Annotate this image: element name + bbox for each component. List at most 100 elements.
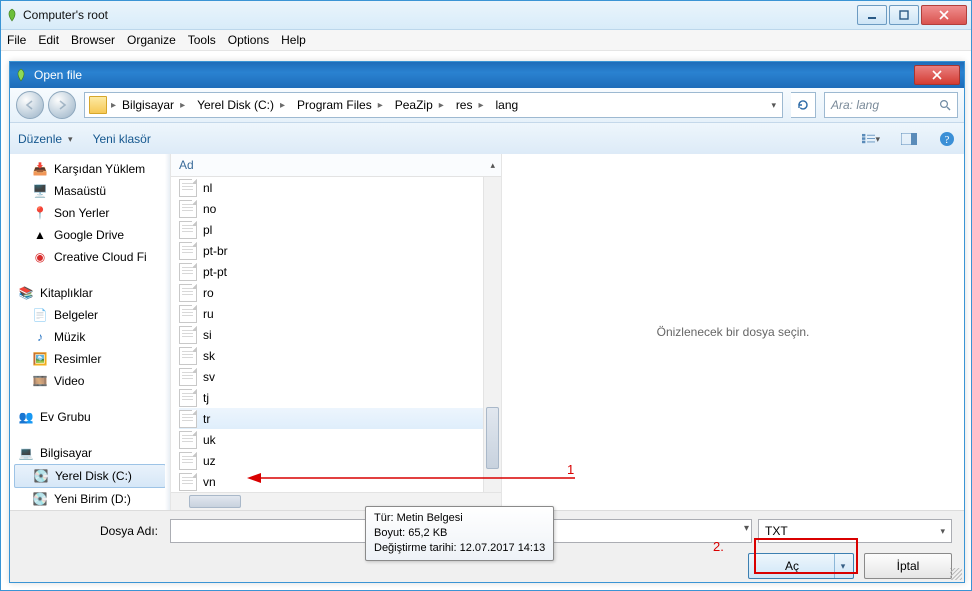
sidebar-item-downloads[interactable]: 📥Karşıdan Yüklem	[10, 158, 170, 180]
sidebar-homegroup[interactable]: 👥Ev Grubu	[10, 406, 170, 428]
vertical-scrollbar[interactable]	[483, 177, 501, 492]
menu-edit[interactable]: Edit	[38, 33, 59, 47]
file-row[interactable]: ru	[179, 303, 483, 324]
menu-file[interactable]: File	[7, 33, 26, 47]
maximize-button[interactable]	[889, 5, 919, 25]
minimize-button[interactable]	[857, 5, 887, 25]
videos-icon: 🎞️	[32, 373, 48, 389]
text-file-icon	[179, 200, 197, 218]
column-name[interactable]: Ad	[179, 158, 490, 172]
breadcrumb-seg[interactable]: Bilgisayar▸	[116, 93, 191, 117]
menubar: File Edit Browser Organize Tools Options…	[1, 30, 971, 51]
file-name: pt-br	[203, 244, 228, 258]
file-name: pl	[203, 223, 212, 237]
breadcrumb-seg[interactable]: lang	[490, 93, 525, 117]
menu-tools[interactable]: Tools	[188, 33, 216, 47]
help-button[interactable]: ?	[938, 130, 956, 148]
open-dropdown-icon[interactable]: ▾	[834, 554, 851, 578]
file-row[interactable]: uz	[179, 450, 483, 471]
creative-cloud-icon: ◉	[32, 249, 48, 265]
cancel-button[interactable]: İptal	[864, 553, 952, 579]
file-name: si	[203, 328, 212, 342]
text-file-icon	[179, 263, 197, 281]
open-button[interactable]: Aç▾	[748, 553, 854, 579]
sidebar-computer[interactable]: 💻Bilgisayar	[10, 442, 170, 464]
file-row[interactable]: sk	[179, 345, 483, 366]
dialog-title: Open file	[34, 68, 914, 82]
breadcrumb-seg[interactable]: Yerel Disk (C:)▸	[191, 93, 291, 117]
preview-empty-text: Önizlenecek bir dosya seçin.	[657, 325, 810, 339]
breadcrumb-bar[interactable]: ▸ Bilgisayar▸ Yerel Disk (C:)▸ Program F…	[84, 92, 783, 118]
preview-pane: Önizlenecek bir dosya seçin.	[501, 154, 964, 510]
filename-dropdown-icon[interactable]: ▾	[744, 523, 749, 534]
sidebar-item-gdrive[interactable]: ▲Google Drive	[10, 224, 170, 246]
file-row[interactable]: pt-pt	[179, 261, 483, 282]
file-list: Ad ▴ nlno pl pt-br pt-ptroru si sksvtjtr uk uzv…	[171, 154, 501, 510]
view-mode-button[interactable]: ▾	[862, 130, 880, 148]
nav-forward-button[interactable]	[48, 91, 76, 119]
drive-icon: 💽	[32, 491, 48, 507]
file-row[interactable]: nl	[179, 177, 483, 198]
drive-icon: 💽	[33, 468, 49, 484]
menu-help[interactable]: Help	[281, 33, 306, 47]
pictures-icon: 🖼️	[32, 351, 48, 367]
dialog-app-icon	[14, 68, 28, 82]
dialog-close-button[interactable]	[914, 65, 960, 85]
file-tooltip: Tür: Metin Belgesi Boyut: 65,2 KB Değişt…	[365, 506, 554, 561]
sidebar-item-cc[interactable]: ◉Creative Cloud Fi	[10, 246, 170, 268]
svg-text:?: ?	[945, 134, 950, 146]
text-file-icon	[179, 179, 197, 197]
sidebar-item-pictures[interactable]: 🖼️Resimler	[10, 348, 170, 370]
sidebar-item-desktop[interactable]: 🖥️Masaüstü	[10, 180, 170, 202]
file-row[interactable]: tj	[179, 387, 483, 408]
sidebar-item-recent[interactable]: 📍Son Yerler	[10, 202, 170, 224]
sidebar-libraries[interactable]: 📚Kitaplıklar	[10, 282, 170, 304]
search-placeholder: Ara: lang	[831, 98, 879, 112]
close-button[interactable]	[921, 5, 967, 25]
sidebar-item-drive-d[interactable]: 💽Yeni Birim (D:)	[10, 488, 170, 510]
download-icon: 📥	[32, 161, 48, 177]
libraries-icon: 📚	[18, 285, 34, 301]
homegroup-icon: 👥	[18, 409, 34, 425]
sidebar-item-music[interactable]: ♪Müzik	[10, 326, 170, 348]
desktop-icon: 🖥️	[32, 183, 48, 199]
file-row[interactable]: si	[179, 324, 483, 345]
search-input[interactable]: Ara: lang	[824, 92, 958, 118]
file-row[interactable]: tr	[179, 408, 483, 429]
breadcrumb-seg[interactable]: PeaZip▸	[389, 93, 450, 117]
refresh-button[interactable]	[791, 92, 816, 118]
sidebar-item-drive-c[interactable]: 💽Yerel Disk (C:)	[14, 464, 166, 488]
dialog-titlebar[interactable]: Open file	[10, 62, 964, 88]
file-row[interactable]: sv	[179, 366, 483, 387]
filetype-select[interactable]: TXT▾	[758, 519, 952, 543]
breadcrumb-seg[interactable]: res▸	[450, 93, 490, 117]
window-controls	[857, 5, 967, 25]
menu-options[interactable]: Options	[228, 33, 269, 47]
file-row[interactable]: uk	[179, 429, 483, 450]
text-file-icon	[179, 242, 197, 260]
file-row[interactable]: pl	[179, 219, 483, 240]
toolbar: Düzenle ▾ Yeni klasör ▾ ?	[10, 123, 964, 156]
dialog-body: 📥Karşıdan Yüklem 🖥️Masaüstü 📍Son Yerler …	[10, 154, 964, 510]
resize-grip[interactable]	[950, 568, 962, 580]
preview-pane-button[interactable]	[900, 130, 918, 148]
outer-titlebar[interactable]: Computer's root	[1, 1, 971, 30]
file-row[interactable]: pt-br	[179, 240, 483, 261]
sidebar-item-documents[interactable]: 📄Belgeler	[10, 304, 170, 326]
text-file-icon	[179, 221, 197, 239]
organize-menu[interactable]: Düzenle ▾	[18, 132, 73, 146]
file-row[interactable]: ro	[179, 282, 483, 303]
file-row[interactable]: vn	[179, 471, 483, 492]
breadcrumb-dropdown-icon[interactable]: ▾	[771, 100, 776, 111]
menu-browser[interactable]: Browser	[71, 33, 115, 47]
sidebar-splitter[interactable]	[165, 154, 170, 510]
file-name: uk	[203, 433, 216, 447]
new-folder-button[interactable]: Yeni klasör	[93, 132, 151, 146]
menu-organize[interactable]: Organize	[127, 33, 176, 47]
file-list-header[interactable]: Ad ▴	[171, 154, 501, 177]
nav-back-button[interactable]	[16, 91, 44, 119]
breadcrumb-seg[interactable]: Program Files▸	[291, 93, 389, 117]
sidebar-item-videos[interactable]: 🎞️Video	[10, 370, 170, 392]
file-rows: nlno pl pt-br pt-ptroru si sksvtjtr uk uzvn	[171, 177, 483, 492]
file-row[interactable]: no	[179, 198, 483, 219]
